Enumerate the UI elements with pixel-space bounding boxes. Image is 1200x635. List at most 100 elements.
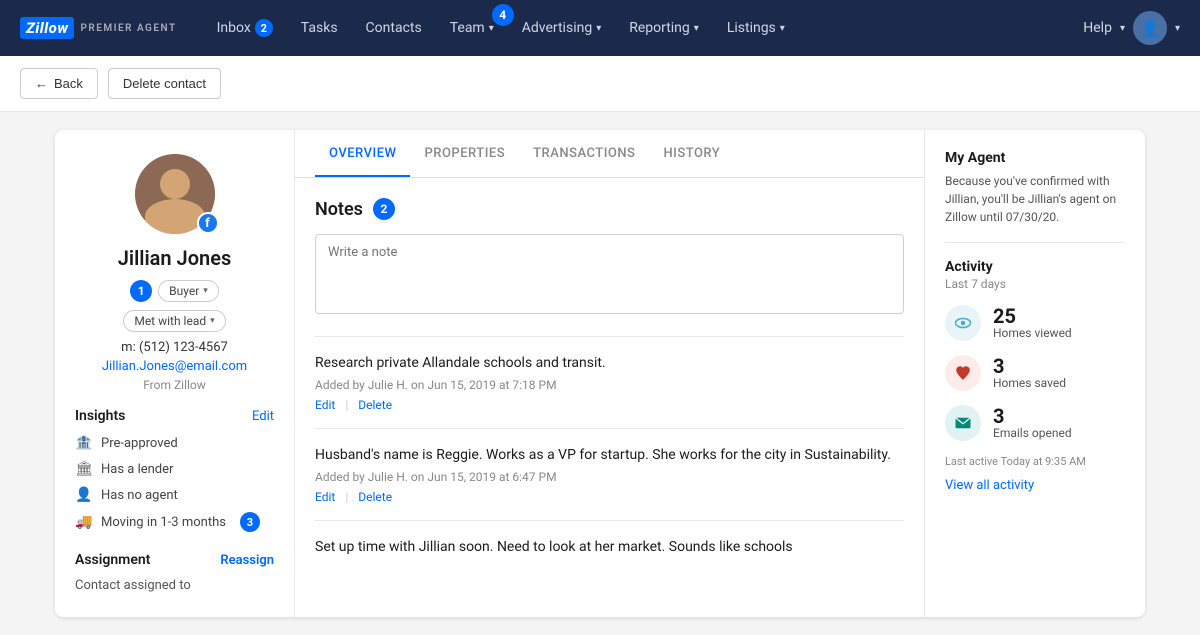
nav-tasks[interactable]: Tasks (289, 12, 350, 44)
left-sidebar: f Jillian Jones 1 Buyer ▾ Met with lead … (55, 130, 295, 617)
step-2-badge: 2 (373, 198, 395, 220)
my-agent-title: My Agent (945, 150, 1125, 166)
insight-moving: 🚚 Moving in 1-3 months 3 (75, 512, 274, 532)
nav-reporting[interactable]: Reporting ▾ (617, 12, 711, 44)
help-chevron-icon: ▾ (1120, 23, 1125, 34)
back-button[interactable]: ← Back (20, 68, 98, 99)
user-chevron-icon: ▾ (1175, 23, 1180, 34)
lender-label: Has a lender (101, 462, 173, 477)
tab-overview[interactable]: OVERVIEW (315, 130, 410, 177)
note-1-edit[interactable]: Edit (315, 398, 335, 412)
assignment-title: Assignment Reassign (75, 552, 274, 568)
notes-title: Notes (315, 199, 363, 220)
assignment-text: Contact assigned to (75, 578, 274, 593)
stage-chevron-icon: ▾ (210, 316, 215, 326)
insights-section: Insights Edit 🏦 Pre-approved 🏛 Has a len… (75, 408, 274, 532)
moving-icon: 🚚 (75, 513, 93, 531)
tab-history[interactable]: HISTORY (649, 130, 734, 177)
email-label: Emails opened (993, 426, 1072, 440)
insight-no-agent: 👤 Has no agent (75, 486, 274, 504)
contact-info: m: (512) 123-4567 Jillian.Jones@email.co… (75, 340, 274, 392)
last-active: Last active Today at 9:35 AM (945, 455, 1125, 468)
note-2-delete[interactable]: Delete (358, 490, 392, 504)
delete-contact-button[interactable]: Delete contact (108, 68, 221, 99)
my-agent-section: My Agent Because you've confirmed with J… (945, 150, 1125, 243)
contact-stage-row: Met with lead ▾ (75, 310, 274, 332)
contact-email[interactable]: Jillian.Jones@email.com (75, 359, 274, 374)
right-panel: My Agent Because you've confirmed with J… (925, 130, 1145, 617)
note-1-delete[interactable]: Delete (358, 398, 392, 412)
role-chevron-icon: ▾ (203, 286, 208, 296)
nav-inbox[interactable]: Inbox 2 (205, 11, 285, 45)
back-arrow-icon: ← (35, 76, 48, 91)
activity-homes-saved: 3 Homes saved (945, 355, 1125, 391)
insight-preapproved: 🏦 Pre-approved (75, 434, 274, 452)
stage-dropdown[interactable]: Met with lead ▾ (123, 310, 225, 332)
insights-title: Insights Edit (75, 408, 274, 424)
note-2-sep: | (345, 490, 348, 504)
viewed-label: Homes viewed (993, 326, 1072, 340)
note-1-sep: | (345, 398, 348, 412)
eye-icon-wrap (945, 305, 981, 341)
tab-transactions[interactable]: TRANSACTIONS (519, 130, 649, 177)
lender-icon: 🏛 (75, 460, 93, 478)
contact-source: From Zillow (75, 378, 274, 392)
inbox-badge: 2 (255, 19, 273, 37)
brand[interactable]: Zillow PREMIER AGENT (20, 17, 177, 39)
step-1-badge: 1 (130, 280, 152, 302)
main-container: f Jillian Jones 1 Buyer ▾ Met with lead … (55, 130, 1145, 617)
help-label: Help (1083, 20, 1112, 36)
note-item-1: Research private Allandale schools and t… (315, 336, 904, 428)
assignment-section: Assignment Reassign Contact assigned to (75, 552, 274, 593)
note-text-2: Husband's name is Reggie. Works as a VP … (315, 445, 904, 466)
activity-emails-opened: 3 Emails opened (945, 405, 1125, 441)
viewed-count: 25 (993, 306, 1072, 326)
preapproved-label: Pre-approved (101, 436, 178, 451)
tabs: OVERVIEW PROPERTIES TRANSACTIONS HISTORY (295, 130, 924, 178)
contact-phone: m: (512) 123-4567 (75, 340, 274, 355)
role-label: Buyer (169, 284, 199, 298)
contact-role-row: 1 Buyer ▾ (75, 280, 274, 302)
activity-section: Activity Last 7 days 25 Homes viewed (945, 259, 1125, 493)
role-dropdown[interactable]: Buyer ▾ (158, 280, 219, 302)
insights-edit-link[interactable]: Edit (252, 409, 274, 424)
note-item-2: Husband's name is Reggie. Works as a VP … (315, 428, 904, 520)
view-all-activity-link[interactable]: View all activity (945, 478, 1125, 493)
team-chevron-icon: ▾ (489, 23, 494, 34)
email-count: 3 (993, 406, 1072, 426)
nav-items: Inbox 2 Tasks Contacts 4 Team ▾ Advertis… (205, 11, 1084, 45)
saved-label: Homes saved (993, 376, 1066, 390)
activity-saved-info: 3 Homes saved (993, 356, 1066, 390)
nav-advertising[interactable]: Advertising ▾ (510, 12, 613, 44)
no-agent-label: Has no agent (101, 488, 178, 503)
my-agent-text: Because you've confirmed with Jillian, y… (945, 172, 1125, 226)
toolbar: ← Back Delete contact (0, 56, 1200, 112)
brand-sub: PREMIER AGENT (80, 23, 176, 34)
email-icon (954, 414, 972, 432)
delete-label: Delete contact (123, 76, 206, 91)
no-agent-icon: 👤 (75, 486, 93, 504)
email-icon-wrap (945, 405, 981, 441)
tab-properties[interactable]: PROPERTIES (410, 130, 519, 177)
activity-title: Activity (945, 259, 1125, 275)
preapproved-icon: 🏦 (75, 434, 93, 452)
eye-icon (954, 314, 972, 332)
activity-viewed-info: 25 Homes viewed (993, 306, 1072, 340)
nav-listings[interactable]: Listings ▾ (715, 12, 797, 44)
notes-header: Notes 2 (315, 198, 904, 220)
nav-team[interactable]: 4 Team ▾ (438, 12, 506, 44)
notes-input[interactable] (315, 234, 904, 314)
center-panel: OVERVIEW PROPERTIES TRANSACTIONS HISTORY… (295, 130, 925, 617)
note-2-edit[interactable]: Edit (315, 490, 335, 504)
moving-label: Moving in 1-3 months (101, 515, 226, 530)
reporting-chevron-icon: ▾ (694, 23, 699, 34)
note-actions-1: Edit | Delete (315, 398, 904, 412)
note-text-3: Set up time with Jillian soon. Need to l… (315, 537, 904, 558)
reassign-link[interactable]: Reassign (220, 553, 274, 568)
nav-right[interactable]: Help ▾ 👤 ▾ (1083, 11, 1180, 45)
user-avatar[interactable]: 👤 (1133, 11, 1167, 45)
note-meta-1: Added by Julie H. on Jun 15, 2019 at 7:1… (315, 378, 904, 392)
back-label: Back (54, 76, 83, 91)
navbar: Zillow PREMIER AGENT Inbox 2 Tasks Conta… (0, 0, 1200, 56)
nav-contacts[interactable]: Contacts (354, 12, 434, 44)
